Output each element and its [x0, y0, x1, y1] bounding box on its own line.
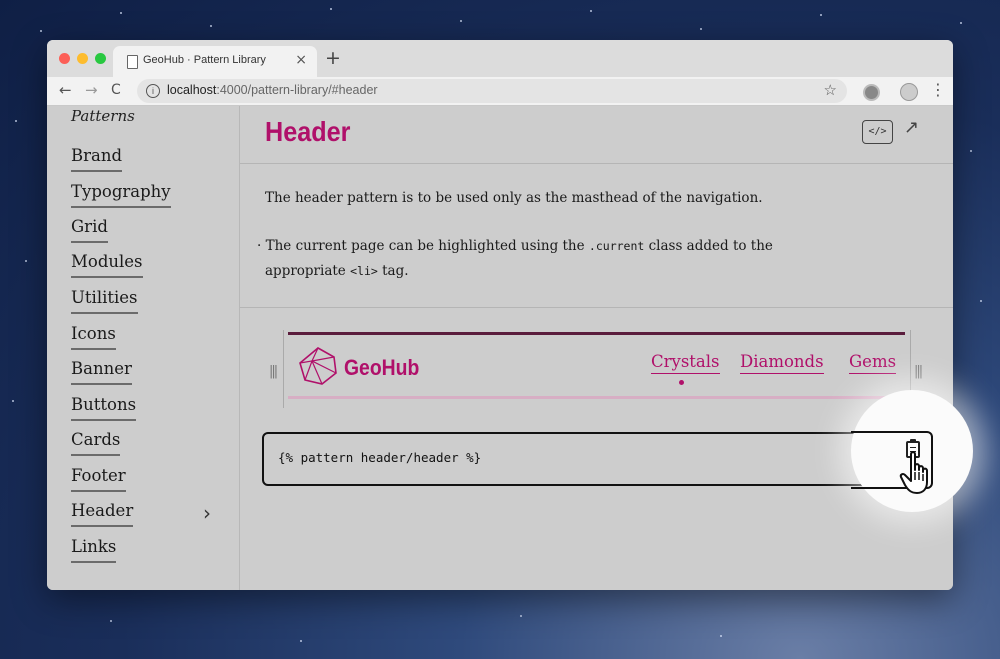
profile-avatar-icon[interactable] — [900, 83, 918, 101]
title-divider — [240, 163, 953, 164]
code-snippet-box[interactable]: {% pattern header/header %} — [262, 432, 932, 486]
preview-top-border — [288, 332, 905, 335]
tab-title: GeoHub · Pattern Library — [143, 54, 266, 66]
tab-bar: GeoHub · Pattern Library × + — [47, 40, 953, 77]
sidebar-item-icons[interactable]: Icons — [71, 324, 116, 350]
address-bar[interactable]: i localhost:4000/pattern-library/#header… — [137, 79, 847, 103]
document-icon — [127, 55, 138, 69]
sidebar-item-header[interactable]: Header — [71, 501, 134, 527]
pointer-hand-cursor-icon — [899, 451, 928, 494]
info-icon[interactable]: i — [146, 84, 160, 98]
pattern-note-line2: appropriate <li> tag. — [265, 263, 409, 279]
chevron-right-icon: › — [203, 501, 211, 525]
maximize-window-button[interactable] — [95, 53, 106, 64]
page-title: Header — [265, 116, 351, 147]
close-window-button[interactable] — [59, 53, 70, 64]
sidebar-item-links[interactable]: Links — [71, 537, 117, 563]
pattern-note-line1: · The current page can be highlighted us… — [257, 238, 773, 254]
extension-icon[interactable] — [863, 84, 880, 101]
geohub-crystal-logo-icon — [299, 347, 337, 385]
view-code-button[interactable]: </> — [862, 120, 893, 144]
close-tab-icon[interactable]: × — [295, 52, 307, 68]
current-page-indicator — [679, 380, 684, 385]
browser-toolbar: ← → C i localhost:4000/pattern-library/#… — [47, 77, 953, 106]
nav-link-gems[interactable]: Gems — [849, 352, 897, 374]
browser-window: GeoHub · Pattern Library × + ← → C i loc… — [47, 40, 953, 590]
url-path: :4000/pattern-library/#header — [216, 83, 378, 97]
nav-link-crystals[interactable]: Crystals — [651, 352, 720, 374]
bookmark-star-icon[interactable]: ☆ — [824, 81, 837, 99]
sidebar-item-typography[interactable]: Typography — [71, 182, 171, 208]
browser-menu-icon[interactable]: ⋮ — [930, 80, 946, 99]
forward-button[interactable]: → — [85, 81, 98, 99]
open-external-icon[interactable]: ↗ — [904, 117, 919, 138]
sidebar-item-brand[interactable]: Brand — [71, 146, 123, 172]
minimize-window-button[interactable] — [77, 53, 88, 64]
pattern-description: The header pattern is to be used only as… — [265, 190, 763, 206]
url-host: localhost — [167, 83, 217, 97]
note-text-2: appropriate — [265, 263, 346, 279]
preview-bottom-border — [288, 396, 905, 399]
sidebar-item-buttons[interactable]: Buttons — [71, 395, 137, 421]
sidebar-item-modules[interactable]: Modules — [71, 252, 143, 278]
note-text: The current page can be highlighted usin… — [265, 238, 585, 254]
patterns-sidebar: Patterns Brand Typography Grid Modules U… — [47, 106, 240, 590]
browser-tab[interactable]: GeoHub · Pattern Library × — [113, 46, 317, 77]
sidebar-item-grid[interactable]: Grid — [71, 217, 108, 243]
note-code-tag: <li> — [350, 264, 378, 278]
reload-button[interactable]: C — [111, 82, 121, 98]
sidebar-item-cards[interactable]: Cards — [71, 430, 121, 456]
resize-handle-right[interactable]: ||| — [914, 364, 923, 379]
new-tab-button[interactable]: + — [325, 47, 341, 69]
geohub-logo-text[interactable]: GeoHub — [344, 355, 419, 381]
sidebar-item-banner[interactable]: Banner — [71, 359, 132, 385]
code-snippet-text: {% pattern header/header %} — [278, 450, 482, 465]
note-text-end: tag. — [382, 263, 409, 279]
url-text: localhost:4000/pattern-library/#header — [167, 83, 378, 97]
back-button[interactable]: ← — [59, 81, 72, 99]
nav-link-diamonds[interactable]: Diamonds — [740, 352, 824, 374]
content-divider — [240, 307, 953, 308]
page-content: Patterns Brand Typography Grid Modules U… — [47, 106, 953, 590]
note-bullet: · — [257, 238, 262, 254]
note-code-class: .current — [588, 239, 645, 253]
pattern-detail: Header </> ↗ The header pattern is to be… — [240, 106, 953, 590]
note-text-middle: class added to the — [648, 238, 773, 254]
sidebar-item-utilities[interactable]: Utilities — [71, 288, 138, 314]
resize-handle-left[interactable]: ||| — [269, 364, 278, 379]
sidebar-item-footer[interactable]: Footer — [71, 466, 126, 492]
sidebar-title: Patterns — [71, 107, 135, 125]
